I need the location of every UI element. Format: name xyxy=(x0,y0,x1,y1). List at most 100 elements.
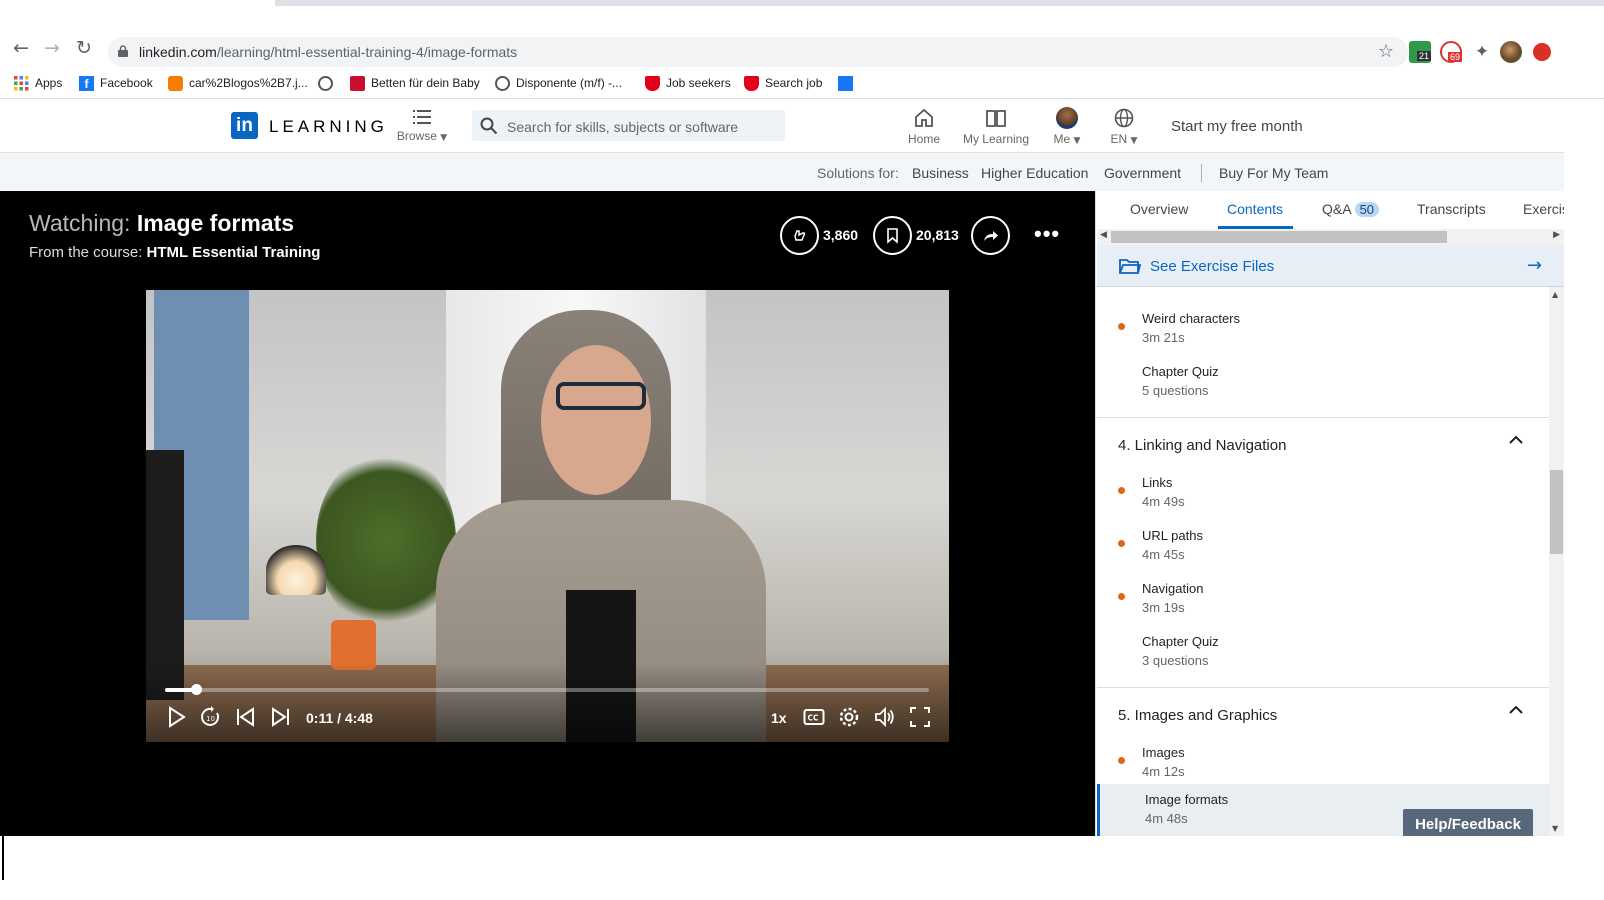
fullscreen-icon[interactable] xyxy=(909,705,931,729)
closed-captions-icon[interactable]: CC xyxy=(803,705,825,729)
next-icon[interactable] xyxy=(270,705,292,729)
learning-wordmark[interactable]: LEARNING xyxy=(269,117,388,137)
tab-transcripts[interactable]: Transcripts xyxy=(1417,201,1486,217)
linkedin-logo[interactable]: in xyxy=(231,112,258,139)
chapter-header[interactable]: 4. Linking and Navigation xyxy=(1097,417,1549,469)
video-item[interactable]: URL paths 4m 45s xyxy=(1097,520,1549,573)
buy-for-team-link[interactable]: Buy For My Team xyxy=(1219,165,1328,181)
save-count: 20,813 xyxy=(916,227,959,243)
caret-down-icon: ▼ xyxy=(440,133,448,143)
tabs-scrollbar[interactable]: ◀ ▶ xyxy=(1097,229,1564,245)
solution-business-link[interactable]: Business xyxy=(912,165,969,181)
video-item[interactable]: Chapter Quiz 5 questions xyxy=(1097,356,1549,409)
page-bottom xyxy=(0,836,1604,900)
video-item[interactable]: Navigation 3m 19s xyxy=(1097,573,1549,626)
browse-menu[interactable]: Browse ▼ xyxy=(393,107,451,149)
bookmark-label: Facebook xyxy=(100,76,153,90)
scroll-left-icon[interactable]: ◀ xyxy=(1100,230,1107,240)
bookmark-facebook-2[interactable] xyxy=(838,74,859,92)
extensions-puzzle-icon[interactable]: ✦ xyxy=(1471,41,1493,63)
swiss-shield-icon xyxy=(645,75,660,91)
search-input[interactable]: Search for skills, subjects or software xyxy=(472,110,785,141)
site-header: in LEARNING Browse ▼ Search for skills, … xyxy=(0,99,1604,153)
chapter-header[interactable]: 5. Images and Graphics xyxy=(1097,687,1549,739)
bookmark-betten[interactable]: Betten für dein Baby xyxy=(350,74,480,92)
bookmark-car-logos[interactable]: car%2Blogos%2B7.j... xyxy=(168,74,308,92)
bookmark-star-icon[interactable]: ☆ xyxy=(1378,41,1394,62)
update-icon[interactable] xyxy=(1533,43,1551,61)
scrollbar-thumb[interactable] xyxy=(1550,470,1563,554)
nav-my-learning[interactable]: My Learning xyxy=(962,107,1030,149)
scroll-right-icon[interactable]: ▶ xyxy=(1553,230,1560,240)
globe-icon xyxy=(318,75,333,91)
swiss-shield-icon xyxy=(744,75,759,91)
bookmark-disponente[interactable]: Disponente (m/f) -... xyxy=(495,74,622,92)
contents-scrollbar[interactable]: ▲ ▼ xyxy=(1549,287,1564,836)
more-options-icon[interactable]: ••• xyxy=(1034,221,1060,247)
start-free-month-link[interactable]: Start my free month xyxy=(1171,118,1303,135)
rewind-10-icon[interactable]: 10 xyxy=(200,705,222,729)
course-title-link[interactable]: HTML Essential Training xyxy=(147,244,321,261)
scroll-up-icon[interactable]: ▲ xyxy=(1552,290,1558,299)
previous-icon[interactable] xyxy=(234,705,256,729)
profile-avatar-icon[interactable] xyxy=(1500,41,1522,63)
video-item[interactable]: Images 4m 12s xyxy=(1097,737,1549,790)
chapter-title: 4. Linking and Navigation xyxy=(1118,437,1287,454)
solution-government-link[interactable]: Government xyxy=(1104,165,1181,181)
nav-me[interactable]: Me ▼ xyxy=(1049,107,1085,149)
solution-higher-education-link[interactable]: Higher Education xyxy=(981,165,1088,181)
bookmark-globe[interactable] xyxy=(318,74,339,92)
page-margin xyxy=(1564,99,1604,836)
qa-count-badge: 50 xyxy=(1354,202,1380,217)
chevron-up-icon[interactable] xyxy=(1508,434,1524,446)
item-duration: 4m 49s xyxy=(1142,494,1185,509)
item-duration: 3m 21s xyxy=(1142,330,1185,345)
play-icon[interactable] xyxy=(166,705,188,729)
watching-title: Watching: Image formats xyxy=(29,210,295,236)
volume-icon[interactable] xyxy=(874,705,896,729)
back-icon[interactable]: ← xyxy=(11,38,31,58)
tab-exercise-files[interactable]: Exercis xyxy=(1523,201,1569,217)
nav-language[interactable]: EN ▼ xyxy=(1104,107,1144,149)
video-item[interactable]: Links 4m 49s xyxy=(1097,467,1549,520)
bookmark-label: car%2Blogos%2B7.j... xyxy=(189,76,308,90)
progress-bar[interactable] xyxy=(165,684,929,695)
bookmark-facebook[interactable]: f Facebook xyxy=(79,74,153,92)
progress-handle[interactable] xyxy=(191,684,202,695)
nav-home[interactable]: Home xyxy=(905,107,943,149)
video-item[interactable]: Weird characters 3m 21s xyxy=(1097,303,1549,356)
reload-icon[interactable]: ↻ xyxy=(74,38,94,58)
exercise-files-bar[interactable]: See Exercise Files → xyxy=(1097,245,1564,287)
forward-icon[interactable]: → xyxy=(42,38,62,58)
like-button[interactable] xyxy=(780,216,819,255)
tab-qa[interactable]: Q&A 50 xyxy=(1322,201,1380,217)
tab-contents[interactable]: Contents xyxy=(1227,201,1283,217)
settings-gear-icon[interactable] xyxy=(838,705,860,729)
extension-icon-red[interactable]: 69 xyxy=(1440,41,1463,63)
item-duration: 5 questions xyxy=(1142,383,1209,398)
blogger-icon xyxy=(168,75,183,91)
chevron-up-icon[interactable] xyxy=(1508,704,1524,716)
arrow-right-icon: → xyxy=(1526,255,1542,276)
help-feedback-button[interactable]: Help/Feedback xyxy=(1403,809,1533,836)
bookmark-apps[interactable]: Apps xyxy=(14,74,62,92)
exercise-files-label: See Exercise Files xyxy=(1150,258,1275,275)
video-player[interactable] xyxy=(146,290,949,742)
scrollbar-thumb[interactable] xyxy=(1111,231,1447,243)
save-button[interactable] xyxy=(873,216,912,255)
watched-dot-icon xyxy=(1118,487,1125,494)
scroll-down-icon[interactable]: ▼ xyxy=(1552,824,1558,833)
facebook-icon xyxy=(838,75,853,91)
playback-speed-button[interactable]: 1x xyxy=(771,710,787,726)
bookmark-label: Search job xyxy=(765,76,823,90)
address-bar[interactable]: linkedin.com/learning/html-essential-tra… xyxy=(108,37,1408,67)
item-title: URL paths xyxy=(1142,528,1203,543)
video-item[interactable]: Chapter Quiz 3 questions xyxy=(1097,626,1549,679)
extension-icon-green[interactable]: 21 xyxy=(1409,41,1432,63)
store-icon xyxy=(350,75,365,91)
bookmark-search-job[interactable]: Search job xyxy=(744,74,822,92)
share-button[interactable] xyxy=(971,216,1010,255)
tab-overview[interactable]: Overview xyxy=(1130,201,1188,217)
presenter-face xyxy=(541,345,651,495)
bookmark-job-seekers[interactable]: Job seekers xyxy=(645,74,731,92)
